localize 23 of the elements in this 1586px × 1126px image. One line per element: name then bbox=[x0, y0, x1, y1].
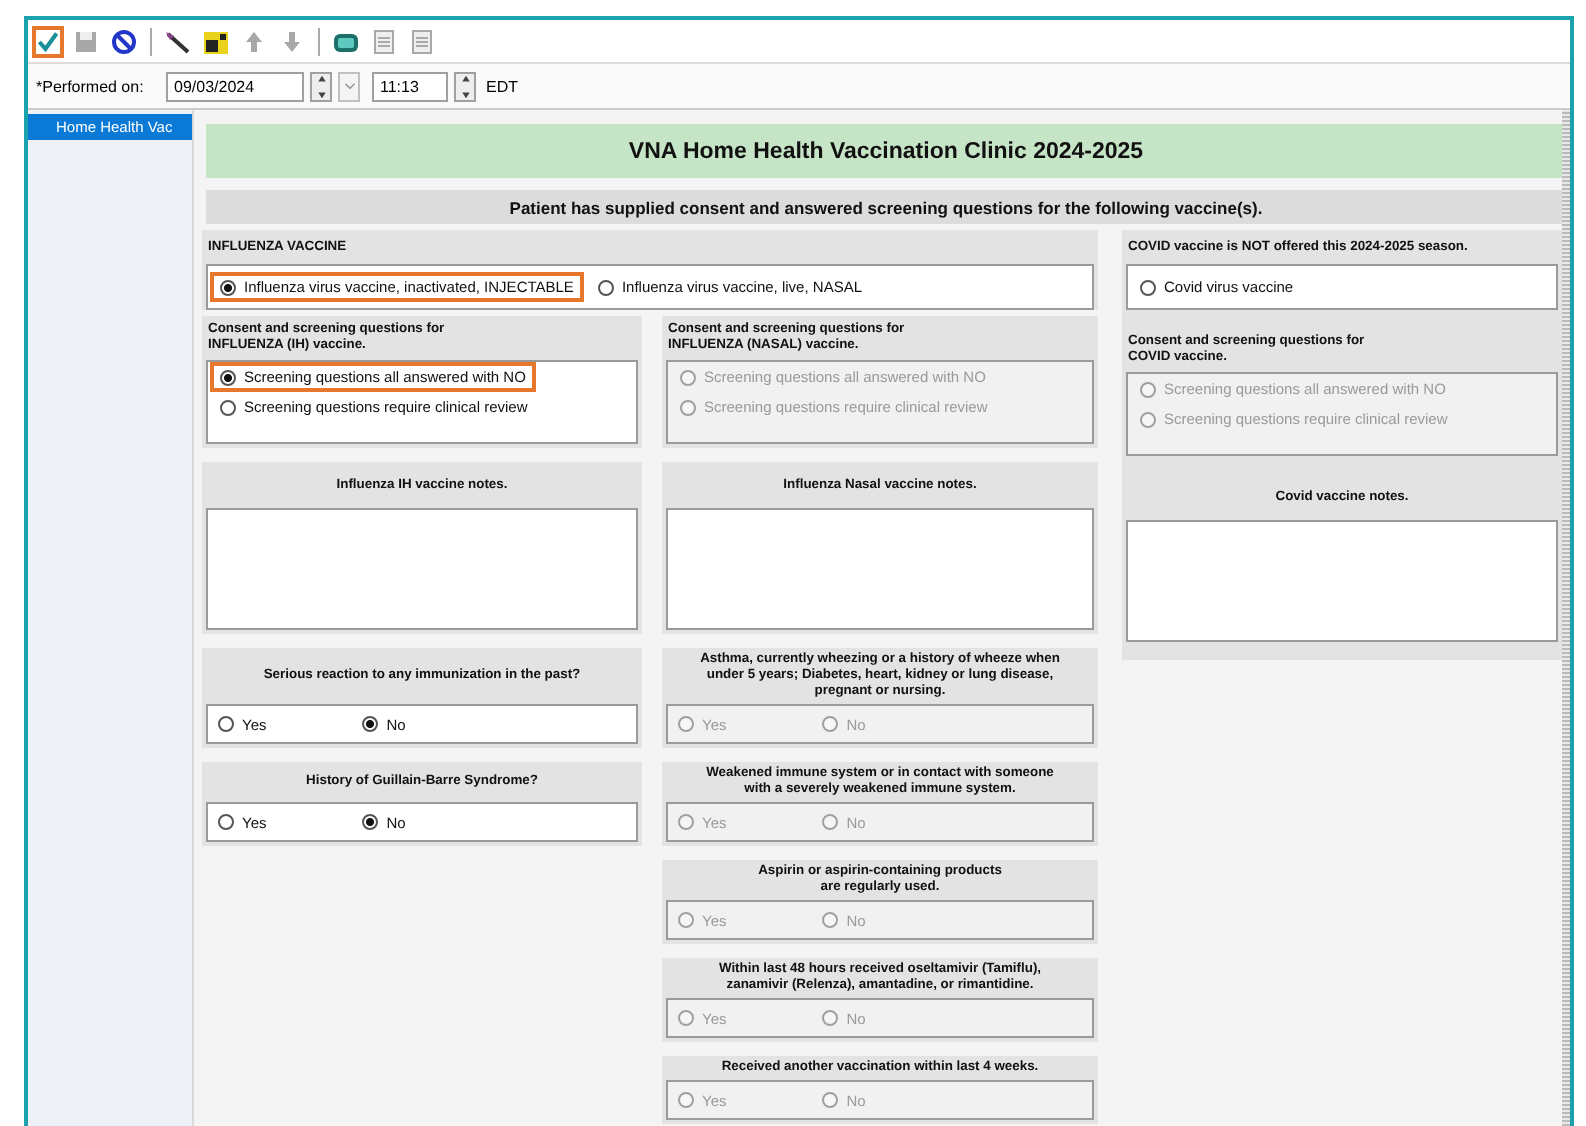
time-field[interactable]: 11:13 bbox=[372, 71, 448, 101]
wand-icon bbox=[164, 27, 192, 55]
spinner-icon bbox=[459, 73, 471, 99]
down-arrow-icon bbox=[278, 27, 306, 55]
notes-field[interactable] bbox=[206, 508, 638, 630]
field-label: *Performed on: bbox=[36, 77, 146, 95]
check-icon bbox=[36, 27, 60, 55]
notes-field[interactable] bbox=[1126, 520, 1558, 642]
timezone-label: EDT bbox=[486, 77, 518, 95]
notes-field[interactable] bbox=[666, 508, 1094, 630]
form-subtitle: Patient has supplied consent and answered screening questions for the following vaccine(s). bbox=[206, 190, 1562, 224]
date-field[interactable]: 09/03/2024 bbox=[166, 71, 304, 101]
document-icon bbox=[370, 27, 398, 55]
no-entry-icon bbox=[110, 27, 138, 55]
spinner-icon bbox=[315, 73, 327, 99]
document-icon bbox=[408, 27, 436, 55]
save-icon bbox=[72, 27, 100, 55]
up-arrow-icon bbox=[240, 27, 268, 55]
spin-button[interactable] bbox=[310, 71, 332, 101]
spin-button[interactable] bbox=[454, 71, 476, 101]
toolbar-button[interactable] bbox=[108, 25, 140, 57]
caret-icon bbox=[341, 78, 357, 94]
form-title: VNA Home Health Vaccination Clinic 2024-2025 bbox=[206, 124, 1562, 178]
